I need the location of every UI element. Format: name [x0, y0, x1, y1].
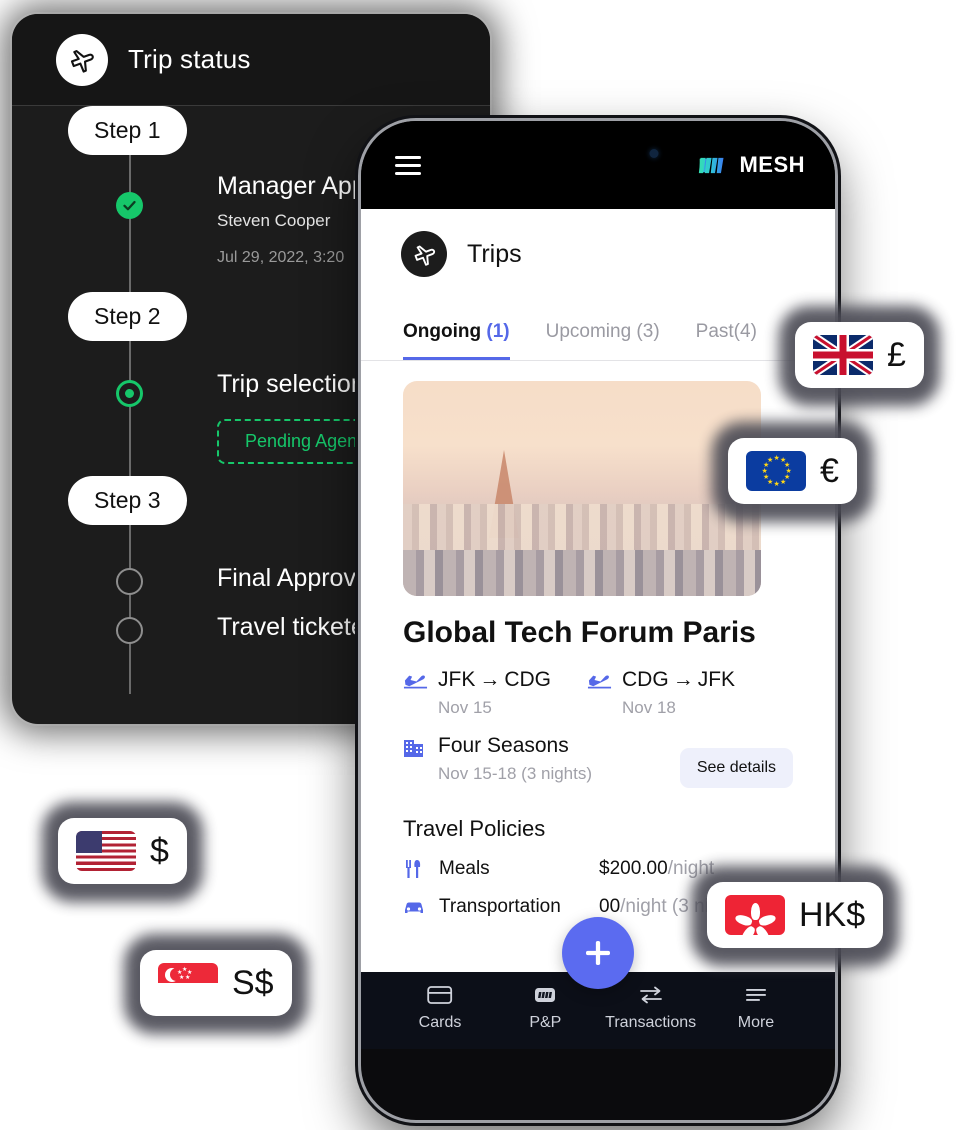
us-flag-icon — [76, 831, 136, 871]
hk-flag-icon — [725, 895, 785, 935]
leg-from: JFK — [438, 668, 476, 691]
travel-policies-title: Travel Policies — [403, 816, 546, 841]
more-icon — [745, 989, 766, 1001]
plus-icon — [586, 941, 610, 965]
tab-upcoming[interactable]: Upcoming (3) — [546, 321, 660, 360]
currency-symbol-gbp: £ — [887, 336, 906, 374]
sg-flag-icon: ★ ★ ★ ★ ★ — [158, 963, 218, 1003]
hotel-name: Four Seasons — [438, 734, 569, 757]
currency-badge-eur[interactable]: ★ ★ ★ ★ ★ ★ ★ ★ ★ ★ ★ ★ € — [712, 422, 873, 522]
flight-takeoff-icon — [587, 675, 612, 689]
currency-symbol-eur: € — [820, 452, 839, 490]
transportation-amount: 00 — [599, 896, 621, 917]
timeline-rail — [129, 142, 131, 694]
nav-label-more: More — [737, 1014, 775, 1031]
trip-tabs: Ongoing (1) Upcoming (3) Past(4) — [361, 299, 835, 361]
leg-date-return: Nov 18 — [622, 698, 676, 717]
currency-badge-sgd[interactable]: ★ ★ ★ ★ ★ S$ — [124, 934, 308, 1034]
camera-dot-icon — [649, 149, 659, 158]
timeline-node-todo-1 — [116, 568, 143, 595]
currency-badge-hkd[interactable]: HK$ — [691, 866, 900, 966]
arrow-icon: → — [672, 668, 694, 691]
phone-statusbar: MESH — [361, 121, 835, 209]
car-icon — [405, 902, 423, 913]
nav-label-pp: P&P — [529, 1014, 562, 1031]
currency-badge-gbp[interactable]: £ — [779, 306, 940, 406]
airplane-icon — [56, 33, 108, 86]
paris-skyline-photo — [403, 381, 761, 596]
city-rooftops-lower — [403, 550, 761, 596]
nav-item-more[interactable]: More — [711, 983, 801, 1032]
meals-icon — [406, 860, 421, 878]
leg-from: CDG — [622, 668, 669, 691]
step-1-date: Jul 29, 2022, 3:20 — [217, 249, 345, 266]
step-pill-2: Step 2 — [68, 292, 187, 341]
flight-legs: JFK → CDG Nov 15 CDG → JFK Nov 18 — [403, 668, 793, 718]
hamburger-icon[interactable] — [395, 155, 421, 175]
nav-label-cards: Cards — [418, 1014, 462, 1031]
tab-past[interactable]: Past(4) — [696, 321, 757, 360]
card-icon — [427, 986, 453, 1004]
currency-symbol-sgd: S$ — [232, 964, 274, 1002]
step-1-subtitle: Steven Cooper — [217, 211, 331, 230]
phone-mockup: MESH Trips Ongoing (1) Upcoming (3) Past… — [358, 118, 838, 1123]
hotel-icon — [404, 740, 423, 757]
page-title: Trips — [467, 239, 522, 268]
tab-ongoing-label: Ongoing — [403, 321, 482, 342]
step-3-title2: Travel tickete — [217, 613, 365, 641]
hotel-row: Four Seasons Nov 15-18 (3 nights) See de… — [403, 734, 793, 788]
step-1-text: Manager App Steven Cooper Jul 29, 2022, … — [217, 172, 366, 267]
transfer-icon — [639, 986, 662, 1004]
airplane-icon — [401, 231, 447, 277]
app-header: Trips — [361, 209, 835, 299]
nav-item-cards[interactable]: Cards — [395, 983, 485, 1032]
see-details-button[interactable]: See details — [679, 748, 793, 788]
step-3-title2-text: Travel tickete — [217, 613, 365, 642]
mesh-square-icon — [535, 988, 556, 1002]
tab-ongoing[interactable]: Ongoing (1) — [403, 321, 510, 360]
tab-ongoing-count: (1) — [486, 321, 510, 342]
leg-date-outbound: Nov 15 — [438, 698, 492, 717]
leg-route-outbound: JFK → CDG — [438, 668, 551, 692]
flight-leg-return: CDG → JFK Nov 18 — [587, 668, 735, 718]
composite-stage: Trip status Step 1 Manager App Steven Co… — [0, 0, 978, 1130]
nav-label-transactions: Transactions — [605, 1014, 697, 1031]
leg-to: CDG — [504, 668, 552, 691]
step-3-title-text: Final Approva — [217, 564, 370, 593]
policy-label-meals: Meals — [439, 858, 490, 879]
flight-takeoff-icon — [403, 675, 428, 689]
trip-status-header: Trip status — [12, 14, 490, 106]
leg-route-return: CDG → JFK — [622, 668, 735, 692]
currency-badge-usd[interactable]: $ — [42, 802, 203, 902]
mesh-brand-text: MESH — [739, 152, 805, 177]
leg-to: JFK — [697, 668, 736, 691]
policy-label-transportation: Transportation — [439, 896, 561, 917]
trip-status-title: Trip status — [128, 44, 251, 74]
step-3-title: Final Approva — [217, 564, 370, 592]
timeline-node-current — [116, 380, 143, 407]
step-pill-1: Step 1 — [68, 106, 187, 155]
arrow-icon: → — [479, 668, 501, 691]
currency-symbol-usd: $ — [150, 832, 169, 870]
mesh-brand-logo: MESH — [698, 152, 805, 178]
step-1-title: Manager App — [217, 172, 366, 200]
nav-item-pp[interactable]: P&P — [500, 983, 590, 1032]
mesh-logo-icon — [699, 157, 724, 173]
eu-flag-icon: ★ ★ ★ ★ ★ ★ ★ ★ ★ ★ ★ ★ — [746, 451, 806, 491]
meals-amount: $200.00 — [599, 858, 668, 879]
nav-item-transactions[interactable]: Transactions — [605, 983, 697, 1032]
step-pill-3: Step 3 — [68, 476, 187, 525]
flight-leg-outbound: JFK → CDG Nov 15 — [403, 668, 551, 718]
hotel-dates: Nov 15-18 (3 nights) — [438, 764, 593, 783]
timeline-node-done — [116, 192, 143, 219]
currency-symbol-hkd: HK$ — [799, 896, 866, 934]
trip-title: Global Tech Forum Paris — [403, 616, 756, 649]
add-trip-fab-button[interactable] — [562, 917, 634, 989]
timeline-node-todo-2 — [116, 617, 143, 644]
uk-flag-icon — [813, 335, 873, 375]
